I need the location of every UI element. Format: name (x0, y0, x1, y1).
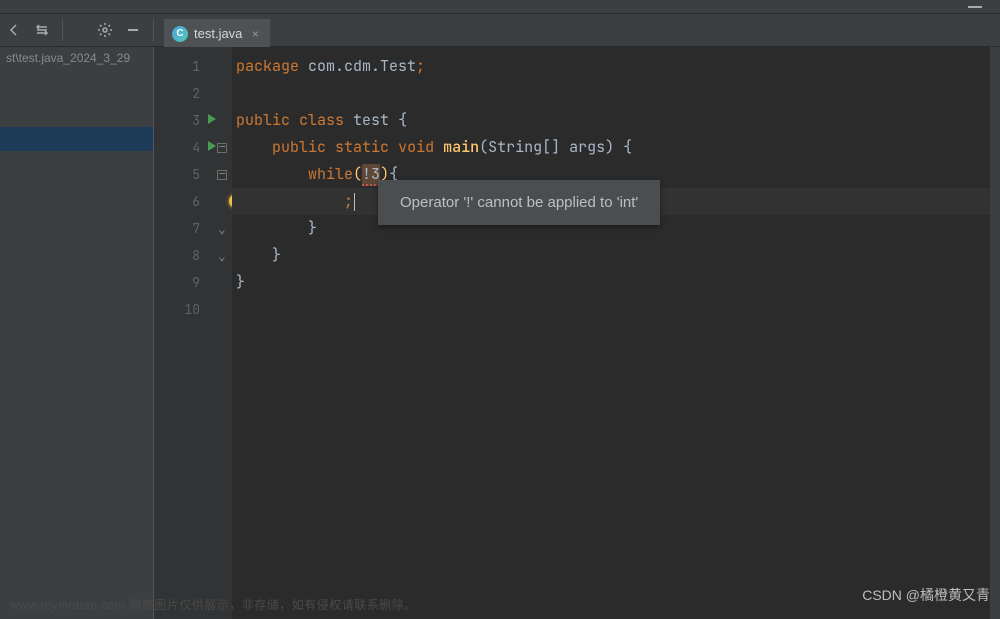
line-number: 6 (192, 193, 200, 210)
fold-column: ⌄ ⌄ (212, 47, 232, 619)
tab-test-java[interactable]: C test.java × (164, 19, 270, 47)
code-line[interactable]: public static void main(String[] args) { (232, 134, 1000, 161)
line-number: 8 (192, 247, 200, 264)
code-line[interactable]: } (232, 242, 1000, 269)
window-minimize-icon[interactable] (968, 6, 982, 8)
line-number: 1 (192, 58, 200, 75)
right-stripe (990, 47, 1000, 619)
editor[interactable]: 1 2 3 4 5 6 7 8 9 10 ⌄ ⌄ package com.cdm… (154, 47, 1000, 619)
stack-icon[interactable] (30, 18, 54, 42)
code-area[interactable]: package com.cdm.Test; public class test … (232, 47, 1000, 619)
toolbar: C test.java × (0, 14, 1000, 47)
project-path: st\test.java_2024_3_29 (0, 47, 153, 69)
top-bar (0, 0, 1000, 14)
fold-end-icon: ⌄ (218, 222, 225, 236)
go-back-icon[interactable] (2, 18, 26, 42)
code-line[interactable]: public class test { (232, 107, 1000, 134)
fold-toggle-icon[interactable] (217, 143, 227, 153)
line-number: 4 (192, 139, 200, 156)
project-panel[interactable]: st\test.java_2024_3_29 (0, 47, 154, 619)
line-number: 5 (192, 166, 200, 183)
text-cursor (354, 193, 355, 211)
run-icon[interactable] (208, 141, 216, 151)
code-line[interactable] (232, 80, 1000, 107)
java-file-icon: C (172, 26, 188, 42)
close-icon[interactable]: × (248, 27, 262, 41)
line-number: 7 (192, 220, 200, 237)
fold-toggle-icon[interactable] (217, 170, 227, 180)
code-line[interactable]: while(!3){ (232, 161, 1000, 188)
line-number: 10 (184, 301, 200, 318)
line-number: 3 (192, 112, 200, 129)
run-icon[interactable] (208, 114, 216, 124)
watermark-left: www.toymoban.com 网络图片仅供展示，非存储，如有侵权请联系删除。 (10, 596, 417, 613)
line-number: 9 (192, 274, 200, 291)
code-line[interactable]: package com.cdm.Test; (232, 53, 1000, 80)
project-selected-item[interactable] (0, 127, 153, 151)
tab-label: test.java (194, 26, 242, 41)
code-line[interactable]: } (232, 269, 1000, 296)
code-line[interactable]: ; (232, 188, 1000, 215)
watermark-right: CSDN @橘橙黄又青 (862, 585, 990, 605)
minimize-icon[interactable] (121, 18, 145, 42)
tab-bar: C test.java × (164, 14, 270, 47)
fold-end-icon: ⌄ (218, 249, 225, 263)
line-number: 2 (192, 85, 200, 102)
gear-icon[interactable] (93, 18, 117, 42)
gutter: 1 2 3 4 5 6 7 8 9 10 (154, 47, 212, 619)
code-line[interactable]: } (232, 215, 1000, 242)
